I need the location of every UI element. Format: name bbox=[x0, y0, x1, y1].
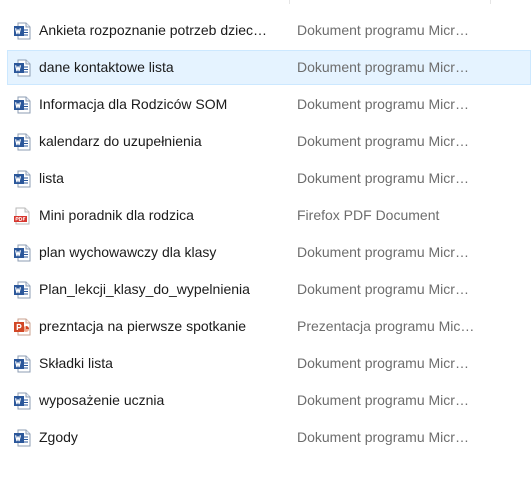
word-icon bbox=[13, 133, 31, 151]
file-name[interactable]: prezntacja na pierwsze spotkanie bbox=[39, 317, 281, 335]
powerpoint-icon bbox=[13, 318, 31, 336]
file-type: Prezentacja programu Mic… bbox=[297, 318, 475, 334]
word-icon bbox=[13, 355, 31, 373]
file-row[interactable]: Składki lista Dokument programu Micr… bbox=[0, 345, 531, 382]
word-icon bbox=[13, 170, 31, 188]
file-type: Dokument programu Micr… bbox=[297, 355, 469, 371]
file-name[interactable]: Zgody bbox=[39, 428, 281, 446]
word-icon bbox=[13, 429, 31, 447]
file-name[interactable]: lista bbox=[39, 169, 281, 187]
column-separator[interactable] bbox=[289, 0, 290, 4]
file-name[interactable]: Ankieta rozpoznanie potrzeb dziec… bbox=[39, 21, 281, 39]
file-name[interactable]: plan wychowawczy dla klasy bbox=[39, 243, 281, 261]
word-icon bbox=[13, 392, 31, 410]
column-separator[interactable] bbox=[490, 0, 491, 4]
file-type: Dokument programu Micr… bbox=[297, 133, 469, 149]
file-type: Dokument programu Micr… bbox=[297, 96, 469, 112]
file-type: Dokument programu Micr… bbox=[297, 59, 469, 75]
file-name[interactable]: Plan_lekcji_klasy_do_wypelnienia bbox=[39, 280, 281, 298]
file-row[interactable]: Zgody Dokument programu Micr… bbox=[0, 419, 531, 456]
file-type: Dokument programu Micr… bbox=[297, 170, 469, 186]
file-type: Dokument programu Micr… bbox=[297, 22, 469, 38]
file-type: Dokument programu Micr… bbox=[297, 281, 469, 297]
file-name[interactable]: Składki lista bbox=[39, 354, 281, 372]
file-row[interactable]: Ankieta rozpoznanie potrzeb dziec… Dokume… bbox=[0, 12, 531, 49]
file-list: Ankieta rozpoznanie potrzeb dziec… Dokume… bbox=[0, 12, 531, 456]
file-row[interactable]: Plan_lekcji_klasy_do_wypelnienia Dokument… bbox=[0, 271, 531, 308]
file-type: Dokument programu Micr… bbox=[297, 392, 469, 408]
word-icon bbox=[13, 96, 31, 114]
file-row[interactable]: kalendarz do uzupełnienia Dokument progra… bbox=[0, 123, 531, 160]
file-name[interactable]: Informacja dla Rodziców SOM bbox=[39, 95, 281, 113]
file-row[interactable]: wyposażenie ucznia Dokument programu Micr… bbox=[0, 382, 531, 419]
file-type: Firefox PDF Document bbox=[297, 207, 440, 223]
file-name[interactable]: kalendarz do uzupełnienia bbox=[39, 132, 281, 150]
file-name[interactable]: wyposażenie ucznia bbox=[39, 391, 281, 409]
file-type: Dokument programu Micr… bbox=[297, 429, 469, 445]
file-name[interactable]: dane kontaktowe lista bbox=[39, 58, 281, 76]
file-type: Dokument programu Micr… bbox=[297, 244, 469, 260]
file-row[interactable]: prezntacja na pierwsze spotkanie Prezenta… bbox=[0, 308, 531, 345]
word-icon bbox=[13, 244, 31, 262]
file-row[interactable]: dane kontaktowe lista Dokument programu M… bbox=[0, 49, 531, 86]
file-row[interactable]: lista Dokument programu Micr… bbox=[0, 160, 531, 197]
file-row[interactable]: Informacja dla Rodziców SOM Dokument prog… bbox=[0, 86, 531, 123]
file-row[interactable]: plan wychowawczy dla klasy Dokument progr… bbox=[0, 234, 531, 271]
file-name[interactable]: Mini poradnik dla rodzica bbox=[39, 206, 281, 224]
word-icon bbox=[13, 281, 31, 299]
word-icon bbox=[13, 59, 31, 77]
word-icon bbox=[13, 22, 31, 40]
file-row[interactable]: Mini poradnik dla rodzica Firefox PDF Doc… bbox=[0, 197, 531, 234]
pdf-icon bbox=[13, 207, 31, 225]
